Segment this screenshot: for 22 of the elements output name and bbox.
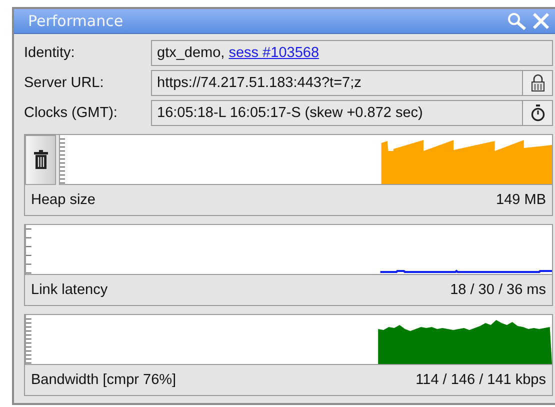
- stopwatch-button[interactable]: [522, 101, 552, 125]
- monitor-reading: 18 / 30 / 36 ms: [450, 282, 546, 298]
- field-label: Clocks (GMT):: [24, 105, 118, 121]
- stopwatch-icon: [530, 104, 544, 122]
- search-icon[interactable]: [507, 12, 527, 30]
- info-field: 16:05:18-L 16:05:17-S (skew +0.872 sec): [151, 100, 553, 126]
- info-field: gtx_demo, sess #103568: [151, 40, 553, 66]
- trash-icon: [32, 150, 48, 170]
- session-link[interactable]: sess #103568: [228, 45, 320, 61]
- monitor-reading: 114 / 146 / 141 kbps: [416, 372, 546, 388]
- monitor-label: Heap size: [31, 192, 96, 208]
- monitor-reading: 149 MB: [496, 192, 546, 208]
- field-label: Identity:: [24, 45, 76, 61]
- trash-button[interactable]: [25, 135, 56, 185]
- lock-icon: [530, 74, 544, 92]
- info-field: https://74.217.51.183:443?t=7;z: [151, 70, 553, 96]
- window-title: Performance: [28, 12, 124, 30]
- close-icon[interactable]: [531, 12, 551, 30]
- lock-button[interactable]: [522, 71, 552, 95]
- monitor-label: Link latency: [31, 282, 108, 298]
- monitor-label: Bandwidth [cmpr 76%]: [31, 372, 176, 388]
- field-label: Server URL:: [24, 75, 105, 91]
